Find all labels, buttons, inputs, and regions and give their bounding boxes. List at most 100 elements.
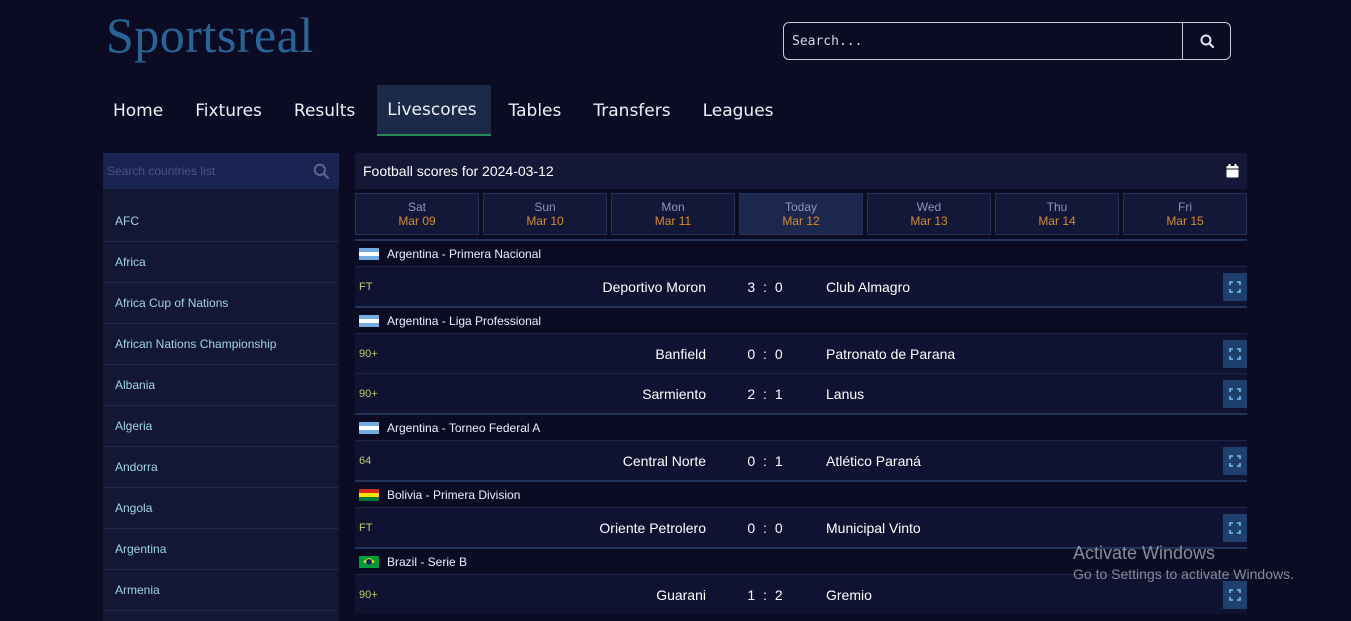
date-tab-day: Fri <box>1178 200 1192 214</box>
nav-item-livescores[interactable]: Livescores <box>377 85 491 136</box>
search-input[interactable] <box>784 23 1182 59</box>
date-tab[interactable]: Sun Mar 10 <box>483 193 607 235</box>
date-tab-date: Mar 14 <box>1038 214 1076 228</box>
date-tab-day: Today <box>784 200 818 214</box>
match-score: 0 : 0 <box>747 519 785 536</box>
search-icon <box>1200 34 1214 48</box>
date-strip: Sat Mar 09 Sun Mar 10 Mon Mar 11 Today Mar 12 We… <box>355 193 1247 235</box>
expand-match-button[interactable] <box>1223 447 1247 475</box>
away-team: Club Almagro <box>826 278 911 295</box>
scores-title: Football scores for 2024-03-12 <box>363 163 554 179</box>
country-item[interactable]: AFC <box>103 201 339 242</box>
match-status: FT <box>359 521 373 534</box>
nav-item-tables[interactable]: Tables <box>499 85 576 136</box>
away-team: Municipal Vinto <box>826 519 921 536</box>
match-status: 90+ <box>359 347 378 360</box>
expand-match-button[interactable] <box>1223 340 1247 368</box>
country-item[interactable]: Angola <box>103 488 339 529</box>
home-team: Central Norte <box>622 452 706 469</box>
country-item[interactable]: Algeria <box>103 406 339 447</box>
match-score: 1 : 2 <box>747 586 785 603</box>
date-tab-date: Mar 09 <box>398 214 436 228</box>
league-header[interactable]: Argentina - Primera Nacional <box>355 239 1247 266</box>
country-item[interactable]: Africa Cup of Nations <box>103 283 339 324</box>
search-icon[interactable] <box>313 163 329 179</box>
match-row[interactable]: FT Deportivo Moron 3 : 0 Club Almagro <box>355 266 1247 306</box>
date-tab-date: Mar 15 <box>1166 214 1204 228</box>
away-team: Lanus <box>826 385 865 402</box>
league-name: Argentina - Primera Nacional <box>387 246 542 261</box>
match-row[interactable]: FT Oriente Petrolero 0 : 0 Municipal Vinto <box>355 507 1247 547</box>
expand-match-button[interactable] <box>1223 514 1247 542</box>
country-search-input[interactable] <box>107 164 313 178</box>
home-team: Deportivo Moron <box>602 278 707 295</box>
nav-item-home[interactable]: Home <box>103 85 177 136</box>
expand-match-button[interactable] <box>1223 380 1247 408</box>
match-score: 0 : 0 <box>747 345 785 362</box>
expand-icon <box>1229 281 1241 293</box>
match-status: 90+ <box>359 387 378 400</box>
country-item[interactable]: Andorra <box>103 447 339 488</box>
expand-icon <box>1229 348 1241 360</box>
nav-item-results[interactable]: Results <box>284 85 369 136</box>
flag-icon <box>359 555 379 568</box>
league-header[interactable]: Argentina - Liga Professional <box>355 306 1247 333</box>
date-tab-date: Mar 11 <box>654 214 692 228</box>
expand-icon <box>1229 455 1241 467</box>
calendar-icon[interactable] <box>1226 164 1239 178</box>
country-item[interactable]: Africa <box>103 242 339 283</box>
match-row[interactable]: 90+ Banfield 0 : 0 Patronato de Parana <box>355 333 1247 373</box>
match-score: 2 : 1 <box>747 385 785 402</box>
country-item[interactable]: Argentina <box>103 529 339 570</box>
home-team: Oriente Petrolero <box>599 519 706 536</box>
league-name: Bolivia - Primera Division <box>387 487 521 502</box>
nav-item-transfers[interactable]: Transfers <box>583 85 684 136</box>
scores-header: Football scores for 2024-03-12 <box>355 153 1247 189</box>
date-tab-date: Mar 13 <box>910 214 948 228</box>
countries-sidebar: AFCAfricaAfrica Cup of NationsAfrican Na… <box>103 153 339 621</box>
match-status: 90+ <box>359 588 378 601</box>
date-tab[interactable]: Fri Mar 15 <box>1123 193 1247 235</box>
search-button[interactable] <box>1182 23 1230 59</box>
site-logo[interactable]: Sportsreal <box>106 6 314 64</box>
country-item[interactable]: Armenia <box>103 570 339 611</box>
country-item[interactable]: Albania <box>103 365 339 406</box>
date-tab-date: Mar 12 <box>782 214 820 228</box>
home-team: Guarani <box>656 586 706 603</box>
date-tab[interactable]: Today Mar 12 <box>739 193 863 235</box>
match-row[interactable]: 64 Central Norte 0 : 1 Atlético Paraná <box>355 440 1247 480</box>
site-search <box>783 22 1231 60</box>
expand-icon <box>1229 388 1241 400</box>
expand-match-button[interactable] <box>1223 581 1247 609</box>
home-team: Sarmiento <box>642 385 706 402</box>
league-name: Argentina - Torneo Federal A <box>387 420 541 435</box>
flag-icon <box>359 488 379 501</box>
flag-icon <box>359 421 379 434</box>
flag-icon <box>359 247 379 260</box>
away-team: Gremio <box>826 586 872 603</box>
nav-item-fixtures[interactable]: Fixtures <box>185 85 276 136</box>
expand-icon <box>1229 589 1241 601</box>
date-tab-day: Thu <box>1046 200 1068 214</box>
date-tab[interactable]: Mon Mar 11 <box>611 193 735 235</box>
expand-icon <box>1229 522 1241 534</box>
watermark-subtitle: Go to Settings to activate Windows. <box>1073 566 1294 582</box>
date-tab[interactable]: Wed Mar 13 <box>867 193 991 235</box>
windows-activation-watermark: Activate Windows Go to Settings to activ… <box>1073 543 1294 582</box>
date-tab-day: Sat <box>407 200 426 214</box>
date-tab-day: Sun <box>534 200 556 214</box>
date-tab-day: Wed <box>916 200 942 214</box>
main-nav: Home Fixtures Results Livescores Tables Trans… <box>103 85 796 136</box>
league-header[interactable]: Bolivia - Primera Division <box>355 480 1247 507</box>
league-name: Brazil - Serie B <box>387 554 468 569</box>
expand-match-button[interactable] <box>1223 273 1247 301</box>
date-tab[interactable]: Sat Mar 09 <box>355 193 479 235</box>
league-header[interactable]: Argentina - Torneo Federal A <box>355 413 1247 440</box>
nav-item-leagues[interactable]: Leagues <box>693 85 788 136</box>
country-search-box <box>103 153 339 189</box>
flag-icon <box>359 314 379 327</box>
country-item[interactable]: African Nations Championship <box>103 324 339 365</box>
league-name: Argentina - Liga Professional <box>387 313 542 328</box>
date-tab[interactable]: Thu Mar 14 <box>995 193 1119 235</box>
match-row[interactable]: 90+ Sarmiento 2 : 1 Lanus <box>355 373 1247 413</box>
